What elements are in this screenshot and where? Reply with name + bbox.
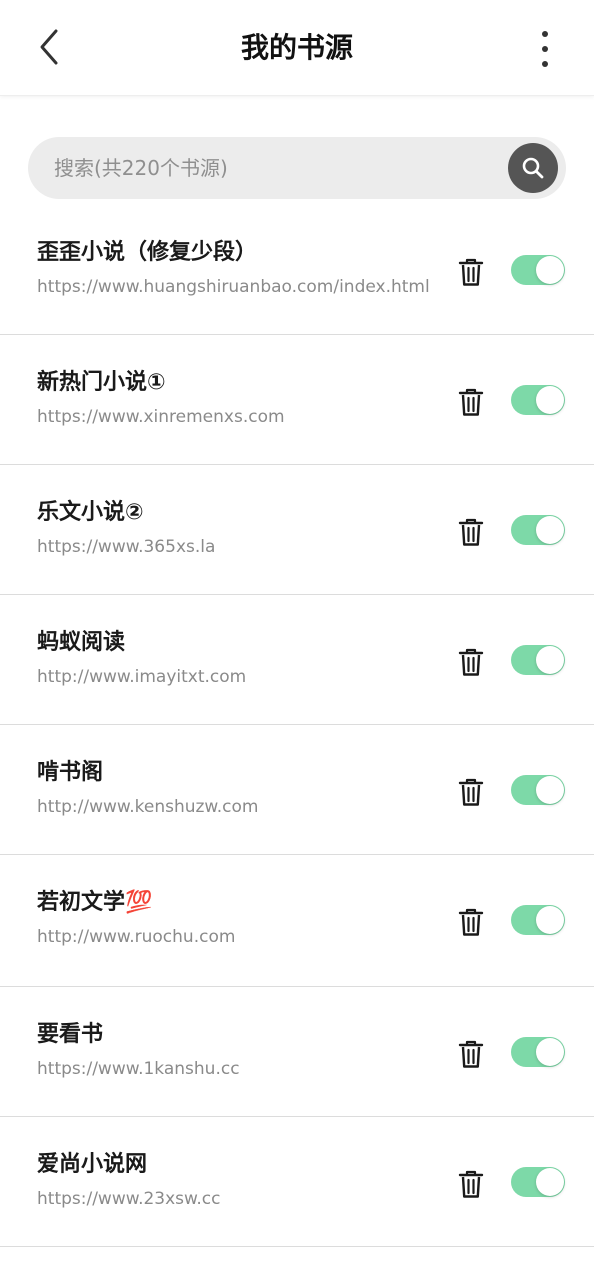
page-title: 我的书源 — [240, 31, 353, 64]
app-header: 我的书源 — [0, 0, 594, 96]
delete-button[interactable] — [452, 253, 490, 291]
trash-icon — [458, 518, 484, 546]
source-url: https://www.23xsw.cc — [37, 1189, 221, 1209]
delete-button[interactable] — [452, 643, 490, 681]
source-name: 要看书 — [37, 1022, 104, 1047]
toggle-knob — [536, 1038, 564, 1066]
source-url: https://www.1kanshu.cc — [37, 1059, 240, 1079]
source-name: 新热门小说① — [37, 370, 166, 395]
source-name: 若初文学💯 — [37, 890, 153, 915]
toggle-knob — [536, 256, 564, 284]
source-row: 新热门小说① https://www.xinremenxs.com — [0, 335, 594, 465]
delete-button[interactable] — [452, 773, 490, 811]
source-name: 乐文小说② — [37, 500, 144, 525]
delete-button[interactable] — [452, 903, 490, 941]
enable-toggle[interactable] — [511, 1037, 565, 1067]
delete-button[interactable] — [452, 383, 490, 421]
enable-toggle[interactable] — [511, 775, 565, 805]
enable-toggle[interactable] — [511, 1167, 565, 1197]
source-row: 啃书阁 http://www.kenshuzw.com — [0, 725, 594, 855]
trash-icon — [458, 648, 484, 676]
source-name: 蚂蚁阅读 — [37, 630, 126, 655]
enable-toggle[interactable] — [511, 645, 565, 675]
source-row: 乐文小说② https://www.365xs.la — [0, 465, 594, 595]
chevron-left-icon — [40, 29, 58, 65]
back-button[interactable] — [26, 24, 72, 70]
toggle-knob — [536, 776, 564, 804]
search-bar — [28, 137, 566, 199]
source-row: 爱尚小说网 https://www.23xsw.cc — [0, 1117, 594, 1247]
source-url: https://www.365xs.la — [37, 537, 216, 557]
source-row: 歪歪小说（修复少段） https://www.huangshiruanbao.c… — [0, 205, 594, 335]
source-url: https://www.huangshiruanbao.com/index.ht… — [37, 277, 430, 297]
search-button[interactable] — [508, 143, 558, 193]
more-vertical-icon — [542, 31, 548, 67]
search-input[interactable] — [54, 137, 494, 199]
enable-toggle[interactable] — [511, 385, 565, 415]
source-list: 歪歪小说（修复少段） https://www.huangshiruanbao.c… — [0, 205, 594, 1247]
search-icon — [522, 157, 544, 179]
trash-icon — [458, 258, 484, 286]
source-url: http://www.ruochu.com — [37, 927, 236, 947]
more-menu-button[interactable] — [522, 24, 568, 70]
delete-button[interactable] — [452, 513, 490, 551]
trash-icon — [458, 1040, 484, 1068]
source-name: 爱尚小说网 — [37, 1152, 148, 1177]
trash-icon — [458, 908, 484, 936]
enable-toggle[interactable] — [511, 515, 565, 545]
toggle-knob — [536, 906, 564, 934]
enable-toggle[interactable] — [511, 905, 565, 935]
enable-toggle[interactable] — [511, 255, 565, 285]
toggle-knob — [536, 1168, 564, 1196]
toggle-knob — [536, 646, 564, 674]
source-url: https://www.xinremenxs.com — [37, 407, 285, 427]
trash-icon — [458, 778, 484, 806]
source-name: 歪歪小说（修复少段） — [37, 240, 258, 265]
toggle-knob — [536, 386, 564, 414]
source-url: http://www.imayitxt.com — [37, 667, 247, 687]
source-row: 蚂蚁阅读 http://www.imayitxt.com — [0, 595, 594, 725]
source-name: 啃书阁 — [37, 760, 104, 785]
source-url: http://www.kenshuzw.com — [37, 797, 259, 817]
trash-icon — [458, 388, 484, 416]
toggle-knob — [536, 516, 564, 544]
source-row: 若初文学💯 http://www.ruochu.com — [0, 855, 594, 987]
trash-icon — [458, 1170, 484, 1198]
delete-button[interactable] — [452, 1165, 490, 1203]
source-row: 要看书 https://www.1kanshu.cc — [0, 987, 594, 1117]
delete-button[interactable] — [452, 1035, 490, 1073]
